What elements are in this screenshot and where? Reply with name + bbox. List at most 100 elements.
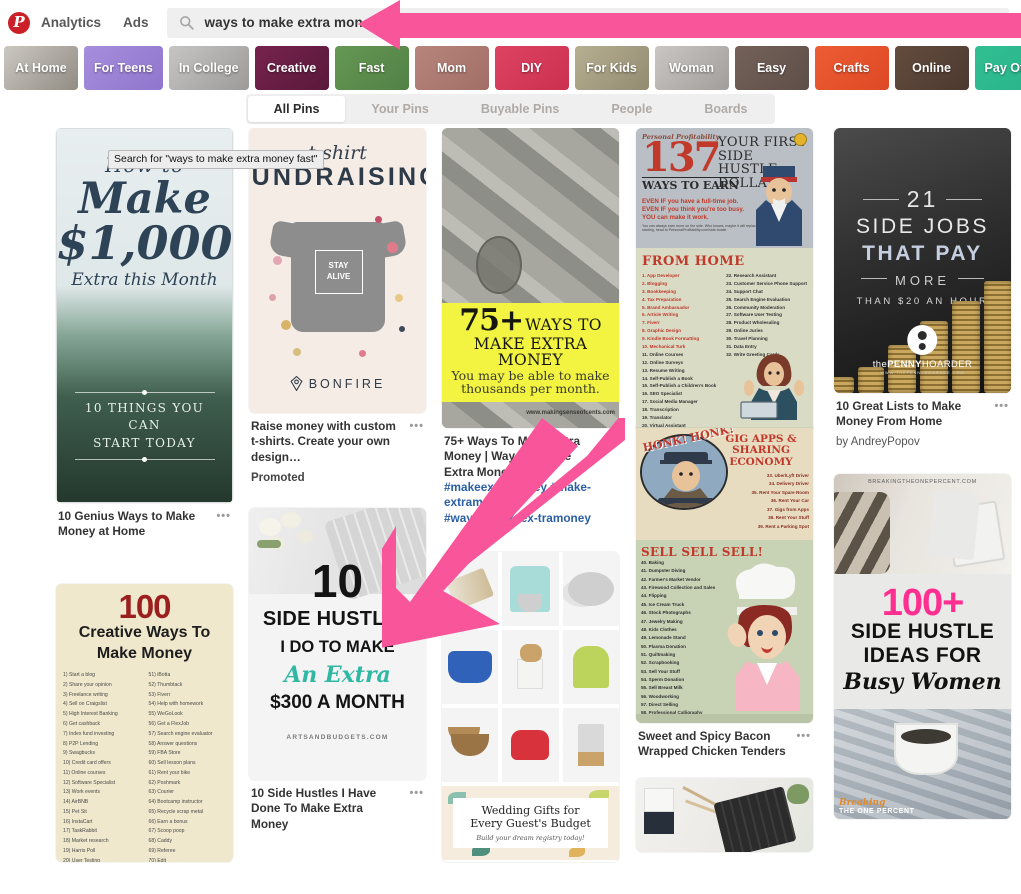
pin-image[interactable]: Personal Profitability 137 WAYS TO EARN … [636, 128, 813, 428]
gig-title-line3: ECONOMY [729, 455, 793, 468]
creative-list-item: 12) Software Specialist [63, 779, 116, 786]
gig-header: HONK! HONK! GIG APPS & SHARING ECONOMY 3… [636, 428, 813, 540]
infographic-list-item: 16. SEO Specialist [642, 391, 683, 397]
pin-card-desk-partial[interactable] [636, 777, 813, 852]
tab-your-pins[interactable]: Your Pins [345, 96, 454, 122]
artwork-things-line2: START TODAY [93, 435, 196, 450]
creative-list-item: 66) Earn a bonus [148, 818, 188, 825]
infographic-list-item: 28. Product Wholesaling [726, 320, 780, 326]
tab-boards[interactable]: Boards [678, 96, 773, 122]
guide-pill-in-college[interactable]: In College [168, 45, 249, 90]
more-options-icon[interactable]: ••• [994, 400, 1009, 412]
more-options-icon[interactable]: ••• [216, 510, 231, 522]
tab-people[interactable]: People [585, 96, 678, 122]
guide-pill-easy[interactable]: Easy [734, 45, 809, 90]
pin-card-137-ways-infographic[interactable]: Personal Profitability 137 WAYS TO EARN … [636, 128, 813, 428]
pin-card-21-side-jobs[interactable]: 21 SIDE JOBS THAT PAY MORE THAN $20 AN H… [834, 128, 1011, 448]
pin-image[interactable]: Wedding Gifts for Every Guest's Budget B… [442, 551, 619, 862]
creative-list-item: 52) Thumbtack [148, 681, 183, 688]
artwork-sub-line1: You may be able to make [451, 367, 610, 383]
guide-pill-creative[interactable]: Creative [254, 45, 329, 90]
infographic-list-item: 13. Resume Writing [642, 367, 685, 373]
infographic-list-item: 8. Graphic Design [642, 328, 682, 334]
infographic-list-item: 9. Kindle Book Formatting [642, 336, 700, 342]
creative-list-item: 19) Harris Poll [63, 847, 96, 854]
pin-byline: by AndreyPopov [836, 435, 920, 448]
pin-image[interactable]: 10 SIDE HUSTLES I DO TO MAKE An Extra $3… [249, 507, 426, 780]
creative-list-item: 15) Pet Sit [63, 808, 87, 815]
infographic-list-left: 1. App Developer 2. Blogging 3. Bookkeepin… [642, 272, 719, 428]
artwork-line2: THAT PAY [862, 242, 983, 265]
artwork-list-right: 51) iBotta 52) Thumbtack 53) Fiverr 54) Hel… [149, 671, 227, 862]
creative-list-item: 54) Help with homework [148, 701, 204, 708]
guide-pill-crafts[interactable]: Crafts [814, 45, 889, 90]
artwork-line2: Make Money [96, 645, 193, 663]
artwork-line1: Wedding Gifts for [481, 804, 580, 818]
pin-card-100-side-hustle-busy-women[interactable]: BREAKINGTHEONEPERCENT.COM 100+ SIDE HUST… [834, 473, 1011, 819]
pin-card-100-creative-ways[interactable]: 100 Creative Ways To Make Money 1) Start… [56, 583, 233, 862]
guide-pill-for-teens[interactable]: For Teens [84, 45, 163, 90]
gift-cell-cutlery [442, 551, 499, 626]
pin-card-make-1000[interactable]: How to Make $1,000 Extra this Month 10 T… [56, 128, 233, 540]
pin-image[interactable]: How to Make $1,000 Extra this Month 10 T… [56, 128, 233, 503]
pin-meta: 10 Side Hustles I Have Done To Make Extr… [249, 780, 426, 832]
artwork-photo-top: BREAKINGTHEONEPERCENT.COM [834, 473, 1011, 574]
more-options-icon[interactable]: ••• [409, 787, 424, 799]
more-options-icon[interactable]: ••• [796, 730, 811, 742]
artwork-shirt-print: STAY ALIVE [314, 250, 363, 294]
artwork-site-url: www.makingsenseofcents.com [526, 410, 615, 416]
artwork-heading-row: 75+ WAYS TO [448, 306, 613, 336]
creative-list-item: 59) FBA Store [148, 750, 181, 757]
creative-list-item: 16) InstaCart [63, 818, 93, 825]
pin-image[interactable]: t-shirt FUNDRAISING STAY ALIVE [249, 128, 426, 413]
pinterest-logo-icon[interactable]: P [8, 11, 30, 34]
creative-list-item: 64) Bootcamp instructor [148, 799, 203, 806]
wedding-banner: Wedding Gifts for Every Guest's Budget B… [442, 785, 619, 860]
guide-pill-for-kids[interactable]: For Kids [574, 45, 649, 90]
creative-list-item: 63) Courier [148, 789, 174, 796]
pin-image[interactable]: 21 SIDE JOBS THAT PAY MORE THAN $20 AN H… [834, 128, 1011, 393]
pin-image[interactable]: HONK! HONK! GIG APPS & SHARING ECONOMY 3… [636, 428, 813, 723]
guide-label: Easy [756, 60, 787, 75]
pin-meta: 75+ Ways To Make Extra Money | Ways To M… [442, 428, 619, 526]
guide-pill-online[interactable]: Online [894, 45, 969, 90]
guide-pill-diy[interactable]: DIY [494, 45, 569, 90]
pin-card-10-side-hustles[interactable]: 10 SIDE HUSTLES I DO TO MAKE An Extra $3… [249, 507, 426, 832]
artwork-site-url: ARTSANDBUDGETS.COM [286, 733, 389, 741]
more-options-icon[interactable]: ••• [409, 420, 424, 432]
search-bar[interactable]: ways to make extra money [166, 7, 1009, 38]
grid-column-4: Personal Profitability 137 WAYS TO EARN … [636, 128, 813, 870]
decorative-rule [74, 389, 215, 395]
pin-artwork-tshirt: t-shirt FUNDRAISING STAY ALIVE [249, 128, 426, 413]
guide-label: Pay Off Debt [984, 60, 1021, 75]
pin-card-gig-apps-bacon[interactable]: HONK! HONK! GIG APPS & SHARING ECONOMY 3… [636, 428, 813, 760]
pin-card-wedding-gifts[interactable]: Wedding Gifts for Every Guest's Budget B… [442, 551, 619, 862]
guide-pill-woman[interactable]: Woman [654, 45, 729, 90]
top-bar: P Analytics Ads ways to make extra money [0, 0, 1021, 45]
nav-analytics[interactable]: Analytics [41, 15, 101, 30]
pin-image[interactable]: 100 Creative Ways To Make Money 1) Start… [56, 583, 233, 862]
tab-buyable-pins[interactable]: Buyable Pins [455, 96, 586, 122]
brand-line1: Breaking [839, 797, 886, 808]
artwork-make-line: MAKE EXTRA MONEY [473, 334, 588, 370]
guide-pill-pay-off-debt[interactable]: Pay Off Debt [974, 45, 1021, 90]
gig-list-item: 36. Rent Your Car [770, 498, 809, 504]
search-input[interactable]: ways to make extra money [205, 15, 378, 30]
brand-the: the [872, 359, 888, 370]
more-options-icon[interactable]: ••• [602, 435, 617, 447]
guide-pill-at-home[interactable]: At Home [4, 45, 78, 90]
pin-image[interactable] [636, 777, 813, 852]
infographic-list-item: 23. Customer Service Phone Support [726, 280, 807, 286]
nav-ads[interactable]: Ads [123, 15, 149, 30]
creative-list-item: 60) Sell lesson plans [148, 760, 196, 767]
guide-label: In College [178, 60, 239, 75]
pin-image[interactable]: EL 34331474 A 75+ WAYS TO MAKE EXTRA MON… [442, 128, 619, 428]
guide-pill-mom[interactable]: Mom [414, 45, 489, 90]
artwork-yellow-band: 75+ WAYS TO MAKE EXTRA MONEY You may be … [442, 303, 619, 402]
pin-image[interactable]: BREAKINGTHEONEPERCENT.COM 100+ SIDE HUST… [834, 473, 1011, 819]
tab-all-pins[interactable]: All Pins [247, 96, 346, 122]
guide-pill-fast[interactable]: Fast [334, 45, 409, 90]
notebook-icon [644, 787, 674, 812]
pin-card-tshirt-fundraising[interactable]: t-shirt FUNDRAISING STAY ALIVE [249, 128, 426, 484]
pin-card-75-ways-money[interactable]: EL 34331474 A 75+ WAYS TO MAKE EXTRA MON… [442, 128, 619, 526]
